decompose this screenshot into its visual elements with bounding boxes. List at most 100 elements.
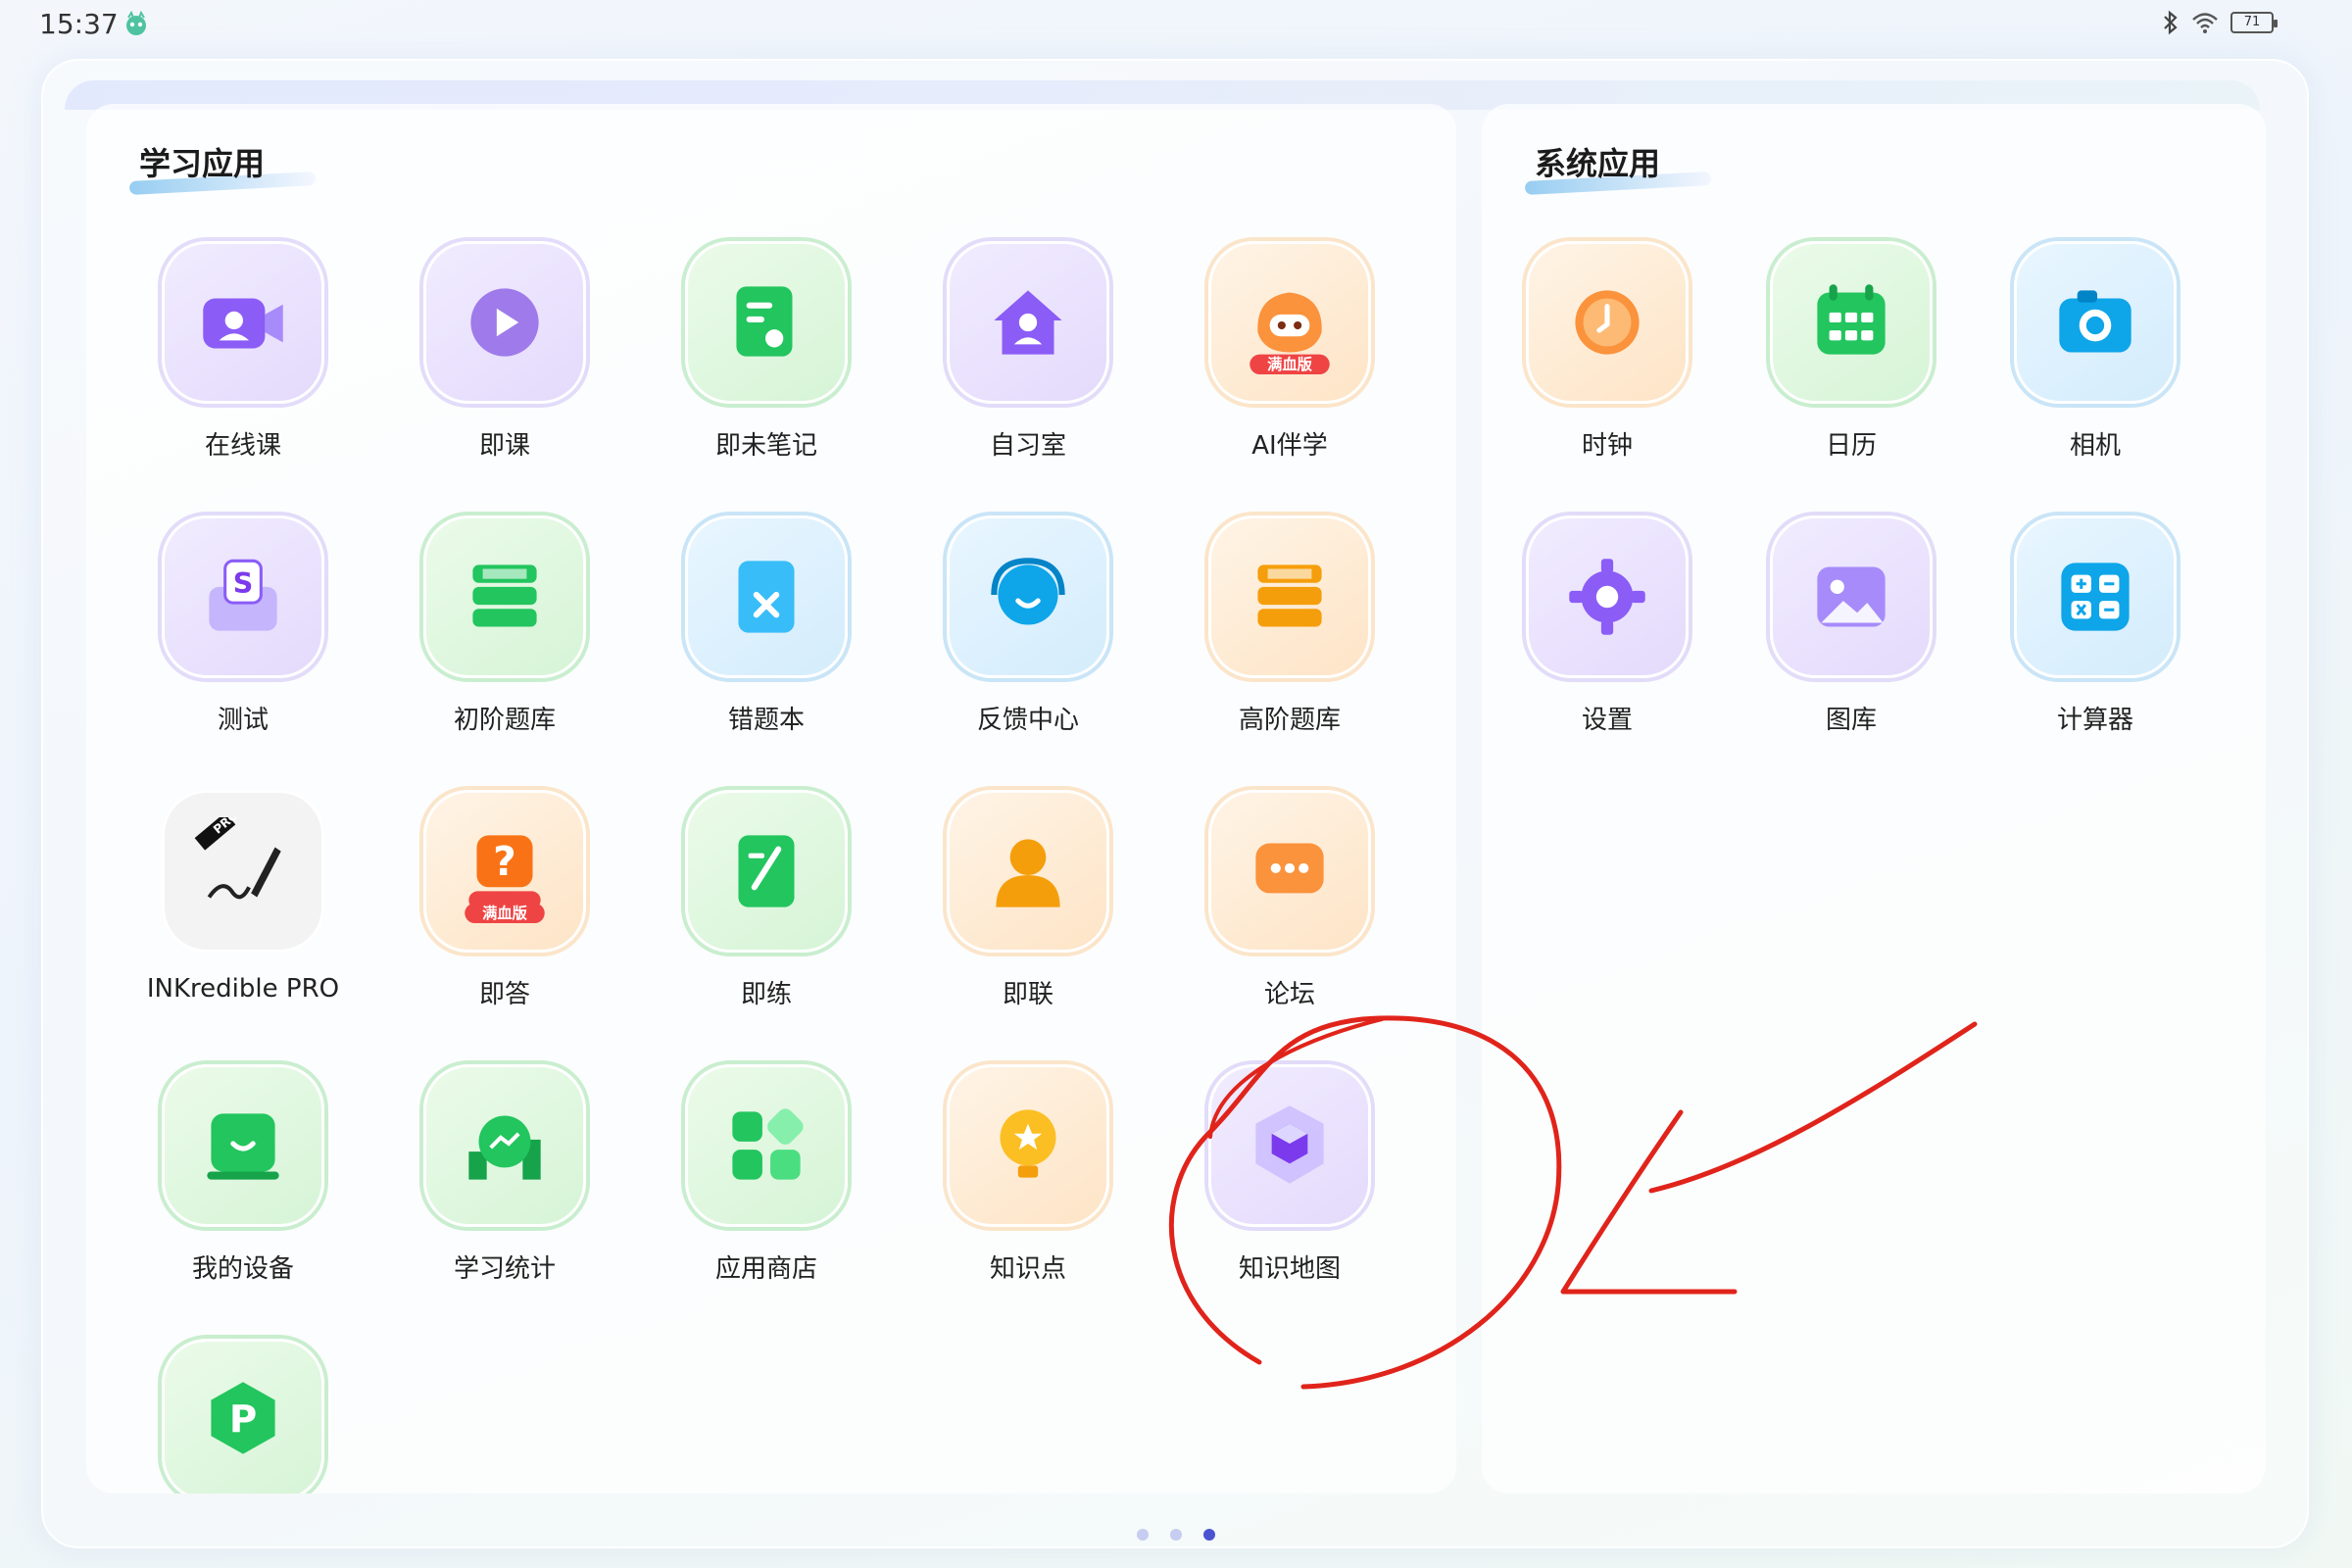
app-tile[interactable] [947, 515, 1109, 678]
app-tile[interactable] [947, 241, 1109, 404]
app-forum-chat[interactable]: 论坛 [1156, 790, 1392, 1025]
wifi-icon [2192, 13, 2218, 33]
app-book-stack[interactable]: 高阶题库 [1156, 515, 1392, 751]
app-label: 相机 [2069, 431, 2121, 461]
app-tile[interactable] [1770, 515, 1933, 678]
app-label: 应用商店 [714, 1254, 817, 1284]
svg-text:满血版: 满血版 [1267, 356, 1313, 373]
learning-apps-title: 学习应用 [139, 145, 266, 182]
app-gear[interactable]: 设置 [1482, 515, 1709, 751]
app-error-notebook[interactable]: 错题本 [633, 515, 868, 751]
video-class-icon [203, 298, 283, 349]
app-tile[interactable] [947, 790, 1109, 953]
app-tile[interactable]: P [162, 1339, 324, 1494]
app-calendar[interactable]: 日历 [1718, 241, 1953, 476]
app-person-contact[interactable]: 即联 [895, 790, 1130, 1025]
study-house-icon [994, 290, 1062, 355]
status-bar: 15:37 71 [0, 0, 2352, 51]
app-tile[interactable] [685, 515, 848, 678]
p-hexagon-icon: P [211, 1382, 275, 1454]
app-device-smile[interactable]: 我的设备 [110, 1064, 345, 1299]
app-stats-chart[interactable]: 学习统计 [371, 1064, 607, 1299]
ai-mascot-icon: 满血版 [1250, 292, 1330, 374]
app-tile[interactable] [685, 790, 848, 953]
person-contact-icon [996, 839, 1060, 907]
gallery-icon [1817, 566, 1886, 627]
app-practice-notebook[interactable]: 即练 [633, 790, 868, 1025]
app-label: 即课 [478, 431, 530, 461]
mascot-notification-icon [126, 10, 146, 35]
app-clock[interactable]: 时钟 [1482, 241, 1709, 476]
clock-icon [1575, 290, 1640, 355]
learning-apps-panel: 学习应用 在线课 即课 即未笔记 自习室 满血版 AI伴学 S 测试 初阶题库 错题本 反馈中心 高阶… [86, 104, 1456, 1494]
app-gallery[interactable]: 图库 [1718, 515, 1953, 751]
book-stack-icon [472, 564, 537, 627]
app-ai-mascot[interactable]: 满血版 AI伴学 [1156, 241, 1392, 476]
app-tile[interactable] [1526, 241, 1689, 404]
app-play-bubble[interactable]: 即课 [371, 241, 607, 476]
app-tile[interactable]: PRO [162, 790, 324, 953]
svg-text:满血版: 满血版 [482, 905, 528, 922]
app-tile[interactable]: 满血版 [1208, 241, 1371, 404]
pen-signature-icon: PRO [194, 817, 281, 900]
app-book-stack[interactable]: 初阶题库 [371, 515, 607, 751]
app-test-envelope[interactable]: S 测试 [110, 515, 345, 751]
app-tile[interactable] [1770, 241, 1933, 404]
app-video-class[interactable]: 在线课 [110, 241, 345, 476]
app-tile[interactable] [1208, 1064, 1371, 1227]
app-tile[interactable] [423, 241, 586, 404]
app-label: 即答 [478, 980, 530, 1009]
test-envelope-icon: S [209, 559, 277, 631]
app-tile[interactable] [947, 1064, 1109, 1227]
app-tile[interactable]: S [162, 515, 324, 678]
app-label: 我的设备 [191, 1254, 294, 1284]
page-dot-2[interactable] [1170, 1529, 1182, 1541]
app-tile[interactable] [685, 241, 848, 404]
app-camera[interactable]: 相机 [1962, 241, 2197, 476]
page-dot-3[interactable] [1203, 1529, 1215, 1541]
app-tile[interactable] [685, 1064, 848, 1227]
app-tile[interactable] [162, 241, 324, 404]
app-study-house[interactable]: 自习室 [895, 241, 1130, 476]
app-tile[interactable] [2014, 241, 2177, 404]
svg-text:?: ? [493, 838, 516, 885]
app-label: 即未笔记 [714, 431, 817, 461]
app-label: 论坛 [1263, 980, 1315, 1009]
note-document-icon [736, 286, 793, 357]
app-pen-signature[interactable]: PRO INKredible PRO [110, 790, 345, 1025]
calendar-icon [1817, 284, 1886, 355]
battery-icon: 71 [2230, 12, 2278, 33]
app-tile[interactable]: ? 满血版 [423, 790, 586, 953]
app-label: 错题本 [727, 706, 805, 735]
app-label: 设置 [1581, 706, 1633, 735]
app-tile[interactable] [1208, 790, 1371, 953]
bluetooth-icon [2164, 10, 2178, 35]
app-label: AI伴学 [1251, 431, 1328, 461]
page-dot-1[interactable] [1137, 1529, 1149, 1541]
app-label: 知识地图 [1238, 1254, 1341, 1284]
app-calculator[interactable]: 计算器 [1962, 515, 2197, 751]
gear-icon [1569, 559, 1645, 635]
page-indicator[interactable] [1137, 1529, 1215, 1541]
app-bulb-star[interactable]: 知识点 [895, 1064, 1130, 1299]
app-hexagon-cube[interactable]: 知识地图 [1156, 1064, 1392, 1299]
app-tile[interactable] [1526, 515, 1689, 678]
app-app-store-grid[interactable]: 应用商店 [633, 1064, 868, 1299]
play-bubble-icon [470, 288, 539, 357]
app-label: 知识点 [989, 1254, 1066, 1284]
app-headset-feedback[interactable]: 反馈中心 [895, 515, 1130, 751]
app-p-hexagon[interactable]: P [110, 1339, 345, 1494]
app-tile[interactable] [423, 1064, 586, 1227]
app-note-document[interactable]: 即未笔记 [633, 241, 868, 476]
app-tile[interactable] [423, 515, 586, 678]
error-notebook-icon [738, 561, 795, 633]
app-tile[interactable] [2014, 515, 2177, 678]
device-smile-icon [207, 1113, 279, 1180]
app-tile[interactable] [162, 1064, 324, 1227]
app-label: 在线课 [204, 431, 281, 461]
app-question-bubble[interactable]: ? 满血版即答 [371, 790, 607, 1025]
app-tile[interactable] [1208, 515, 1371, 678]
question-bubble-icon: ? 满血版 [465, 835, 545, 923]
clock-time: 15:37 [39, 8, 119, 40]
practice-notebook-icon [738, 835, 795, 907]
